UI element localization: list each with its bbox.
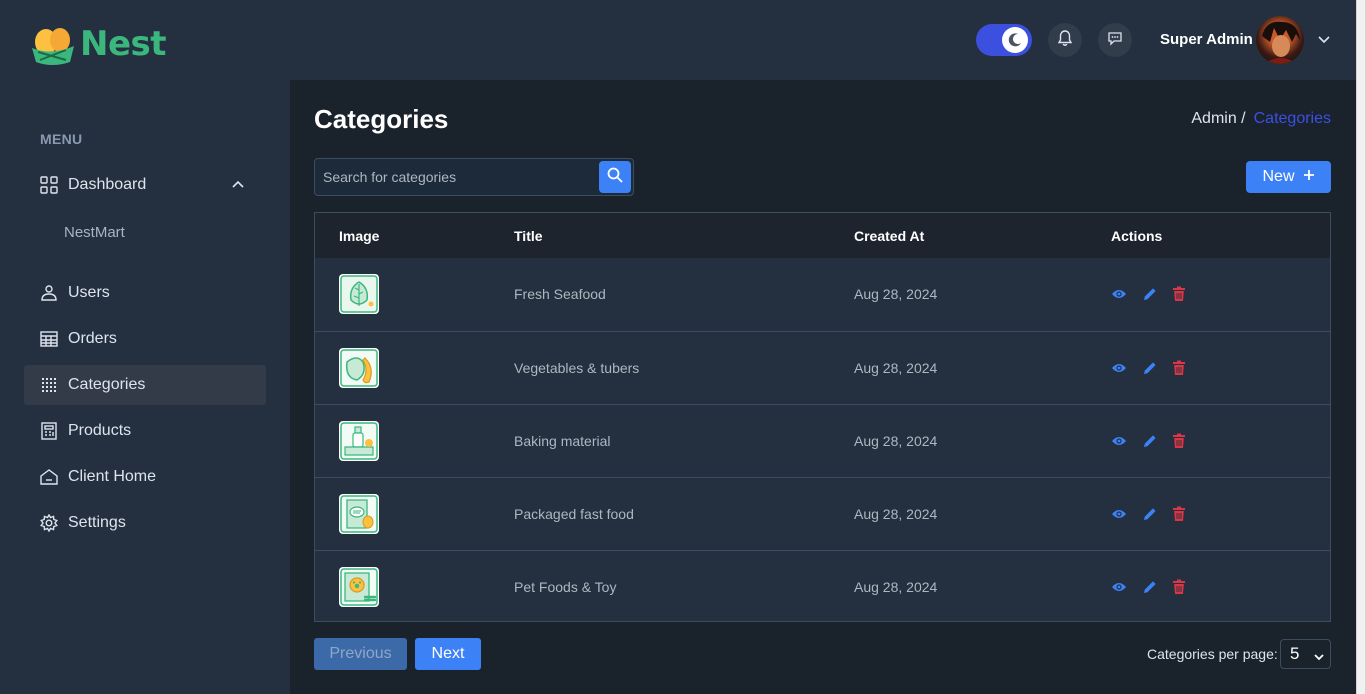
category-title: Baking material — [514, 433, 611, 449]
per-page-select[interactable]: 5 — [1280, 639, 1331, 669]
plus-icon — [1303, 168, 1315, 186]
per-page-value: 5 — [1290, 644, 1300, 663]
chevron-up-icon — [230, 177, 246, 198]
sidebar-item-users[interactable]: Users — [24, 273, 266, 313]
table-icon — [40, 330, 58, 348]
sidebar-item-categories[interactable]: Categories — [24, 365, 266, 405]
menu-heading: MENU — [40, 131, 83, 147]
edit-pencil-icon[interactable] — [1141, 578, 1159, 596]
sidebar-item-label: Dashboard — [68, 176, 147, 193]
search-box — [314, 158, 634, 196]
notifications-button[interactable] — [1048, 23, 1082, 57]
grid-icon — [40, 176, 58, 194]
column-header-actions: Actions — [1111, 228, 1163, 244]
view-eye-icon[interactable] — [1110, 359, 1128, 377]
edit-pencil-icon[interactable] — [1141, 505, 1159, 523]
category-title: Vegetables & tubers — [514, 360, 640, 376]
sidebar-item-label: Orders — [68, 330, 117, 347]
gear-icon — [40, 514, 58, 532]
user-icon — [40, 284, 58, 302]
brand-name: Nest — [80, 24, 167, 64]
breadcrumb-current: Categories — [1253, 110, 1331, 127]
table-row: Pet Foods & Toy Aug 28, 2024 — [315, 550, 1330, 623]
previous-page-button[interactable]: Previous — [314, 638, 407, 670]
sidebar: MENU Dashboard NestMart Users Orders Cat… — [0, 80, 290, 694]
moon-icon — [1002, 27, 1028, 53]
sidebar-item-orders[interactable]: Orders — [24, 319, 266, 359]
view-eye-icon[interactable] — [1110, 505, 1128, 523]
delete-trash-icon[interactable] — [1170, 285, 1188, 303]
top-header: Nest Super Admin — [0, 0, 1356, 80]
edit-pencil-icon[interactable] — [1141, 432, 1159, 450]
created-at: Aug 28, 2024 — [854, 433, 938, 449]
table-row: Fresh Seafood Aug 28, 2024 — [315, 258, 1330, 331]
sidebar-item-dashboard[interactable]: Dashboard — [24, 165, 266, 205]
view-eye-icon[interactable] — [1110, 432, 1128, 450]
calculator-icon — [40, 422, 58, 440]
search-input[interactable] — [315, 159, 595, 195]
dark-mode-toggle[interactable] — [976, 24, 1032, 56]
created-at: Aug 28, 2024 — [854, 579, 938, 595]
bell-icon — [1056, 29, 1074, 52]
breadcrumb-parent[interactable]: Admin / — [1191, 110, 1245, 128]
user-menu-chevron-icon[interactable] — [1316, 31, 1332, 52]
sidebar-item-label: Users — [68, 284, 110, 301]
search-icon — [606, 166, 624, 189]
table-row: Packaged fast food Aug 28, 2024 — [315, 477, 1330, 550]
new-category-button[interactable]: New — [1246, 161, 1331, 193]
search-button[interactable] — [599, 161, 631, 193]
created-at: Aug 28, 2024 — [854, 286, 938, 302]
column-header-image: Image — [339, 228, 380, 244]
delete-trash-icon[interactable] — [1170, 432, 1188, 450]
nest-logo-icon — [26, 22, 78, 66]
groceries-icon — [339, 421, 379, 461]
view-eye-icon[interactable] — [1110, 285, 1128, 303]
column-header-title: Title — [514, 228, 543, 244]
edit-pencil-icon[interactable] — [1141, 359, 1159, 377]
view-eye-icon[interactable] — [1110, 578, 1128, 596]
delete-trash-icon[interactable] — [1170, 359, 1188, 377]
home-icon — [40, 468, 58, 486]
next-page-button[interactable]: Next — [415, 638, 481, 670]
user-name[interactable]: Super Admin — [1160, 31, 1253, 48]
sidebar-item-label: Categories — [68, 376, 146, 393]
table-row: Baking material Aug 28, 2024 — [315, 404, 1330, 477]
category-title: Fresh Seafood — [514, 286, 606, 302]
new-button-label: New — [1262, 168, 1295, 185]
sidebar-item-client-home[interactable]: Client Home — [24, 457, 266, 497]
table-row: Vegetables & tubers Aug 28, 2024 — [315, 331, 1330, 404]
sidebar-item-label: Products — [68, 422, 132, 439]
chevron-down-icon — [1313, 648, 1325, 668]
categories-table: Image Title Created At Actions Fresh Sea… — [314, 212, 1331, 622]
pet-food-icon — [339, 567, 379, 607]
created-at: Aug 28, 2024 — [854, 506, 938, 522]
sidebar-subitem-nestmart[interactable]: NestMart — [64, 224, 125, 241]
page-scrollbar[interactable] — [1356, 0, 1366, 694]
messages-button[interactable] — [1098, 23, 1132, 57]
leafy-greens-icon — [339, 274, 379, 314]
delete-trash-icon[interactable] — [1170, 578, 1188, 596]
edit-pencil-icon[interactable] — [1141, 285, 1159, 303]
category-title: Pet Foods & Toy — [514, 579, 617, 595]
page-title: Categories — [314, 104, 449, 134]
sidebar-item-label: Client Home — [68, 468, 157, 485]
sidebar-item-products[interactable]: Products — [24, 411, 266, 451]
delete-trash-icon[interactable] — [1170, 505, 1188, 523]
column-header-created-at: Created At — [854, 228, 925, 244]
snack-pack-icon — [339, 494, 379, 534]
scrollbar-thumb[interactable] — [1357, 0, 1365, 694]
chat-icon — [1106, 29, 1124, 52]
sidebar-item-label: Settings — [68, 514, 126, 531]
dotgrid-icon — [40, 376, 58, 394]
per-page-label: Categories per page: — [1147, 646, 1278, 662]
category-title: Packaged fast food — [514, 506, 634, 522]
user-avatar[interactable] — [1256, 16, 1304, 64]
sidebar-item-settings[interactable]: Settings — [24, 503, 266, 543]
breadcrumb: Admin / Categories — [1191, 110, 1331, 128]
table-header: Image Title Created At Actions — [315, 213, 1330, 258]
created-at: Aug 28, 2024 — [854, 360, 938, 376]
brand-logo[interactable]: Nest — [26, 22, 167, 66]
fruit-icon — [339, 348, 379, 388]
